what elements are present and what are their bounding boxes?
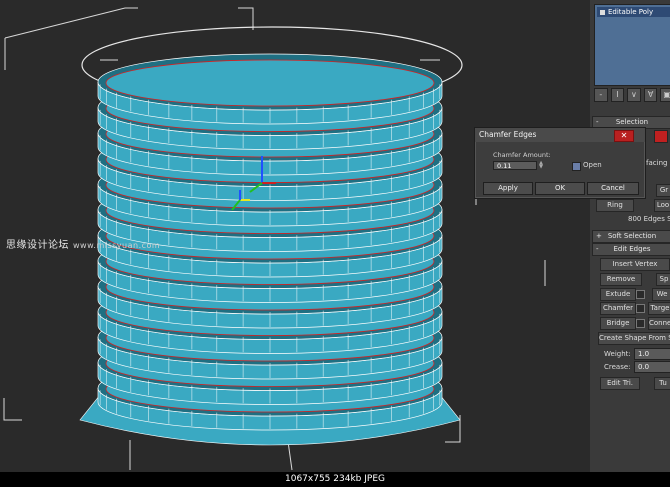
extrude-settings-icon[interactable] (636, 290, 645, 299)
modifier-stack-item[interactable]: Editable Poly (597, 7, 670, 17)
weld-button[interactable]: We (652, 288, 670, 301)
crease-label: Crease: (604, 363, 631, 371)
bridge-settings-icon[interactable] (636, 319, 645, 328)
cancel-button[interactable]: Cancel (587, 182, 639, 195)
crease-field[interactable]: 0.0 (634, 361, 670, 373)
open-label: Open (583, 161, 602, 169)
ring-button[interactable]: Ring (596, 199, 634, 212)
open-checkbox[interactable] (572, 162, 581, 171)
soft-selection-label: Soft Selection (607, 232, 657, 240)
turn-button[interactable]: Tu (654, 377, 670, 390)
show-end-result-icon[interactable]: I (610, 88, 625, 102)
chamfer-edges-dialog: Chamfer Edges ✕ Chamfer Amount: 0.11 ▲ ▼ … (474, 127, 646, 199)
grow-button[interactable]: Gr (656, 184, 670, 197)
spinner-arrows-icon[interactable]: ▲ ▼ (538, 161, 544, 170)
command-panel: Editable Poly - I ∨ ∀ ▣ - Selection kfaci… (590, 0, 670, 472)
watermark: 思缘设计论坛 www.missyuan.com (6, 236, 160, 251)
stack-toolbar: - I ∨ ∀ ▣ (590, 88, 670, 102)
chamfer-button[interactable]: Chamfer (600, 302, 636, 315)
edit-edges-label: Edit Edges (613, 245, 651, 253)
element-mode-icon[interactable] (654, 130, 668, 143)
loop-button[interactable]: Loo (654, 199, 670, 212)
modifier-name: Editable Poly (608, 8, 654, 16)
connect-button[interactable]: Conne (648, 317, 670, 330)
edit-tri-button[interactable]: Edit Tri. (600, 377, 640, 390)
close-icon[interactable]: ✕ (614, 130, 634, 142)
image-info-bar: 1067x755 234kb JPEG (0, 472, 670, 487)
selection-rollout-label: Selection (615, 118, 649, 126)
chamfer-amount-label: Chamfer Amount: (493, 151, 551, 159)
chamfer-settings-icon[interactable] (636, 304, 645, 313)
ok-button[interactable]: OK (535, 182, 585, 195)
pin-stack-icon[interactable]: - (594, 88, 608, 102)
insert-vertex-button[interactable]: Insert Vertex (600, 258, 670, 271)
edit-edges-rollout[interactable]: - Edit Edges (592, 243, 670, 256)
edges-selected-text: 800 Edges Se (628, 215, 670, 223)
configure-sets-icon[interactable]: ▣ (660, 88, 670, 102)
bridge-button[interactable]: Bridge (600, 317, 636, 330)
remove-button[interactable]: Remove (600, 273, 642, 286)
target-weld-button[interactable]: Targe (648, 302, 670, 315)
remove-modifier-icon[interactable]: ∀ (643, 88, 658, 102)
chamfer-amount-field[interactable]: 0.11 (493, 161, 537, 170)
extrude-button[interactable]: Extude (600, 288, 636, 301)
create-shape-button[interactable]: Create Shape From Se (598, 332, 670, 345)
soft-selection-rollout[interactable]: + Soft Selection (592, 230, 670, 243)
watermark-text: 思缘设计论坛 (6, 240, 69, 251)
coil-ring (97, 53, 443, 125)
weight-label: Weight: (604, 350, 631, 358)
modifier-stack[interactable]: Editable Poly (594, 4, 670, 86)
apply-button[interactable]: Apply (483, 182, 533, 195)
weight-field[interactable]: 1.0 (634, 348, 670, 360)
make-unique-icon[interactable]: ∨ (627, 88, 641, 102)
split-button[interactable]: Sp (656, 273, 670, 286)
square-icon (600, 9, 605, 15)
watermark-url: www.missyuan.com (73, 241, 161, 250)
perspective-viewport[interactable]: 思缘设计论坛 www.missyuan.com (0, 0, 590, 472)
